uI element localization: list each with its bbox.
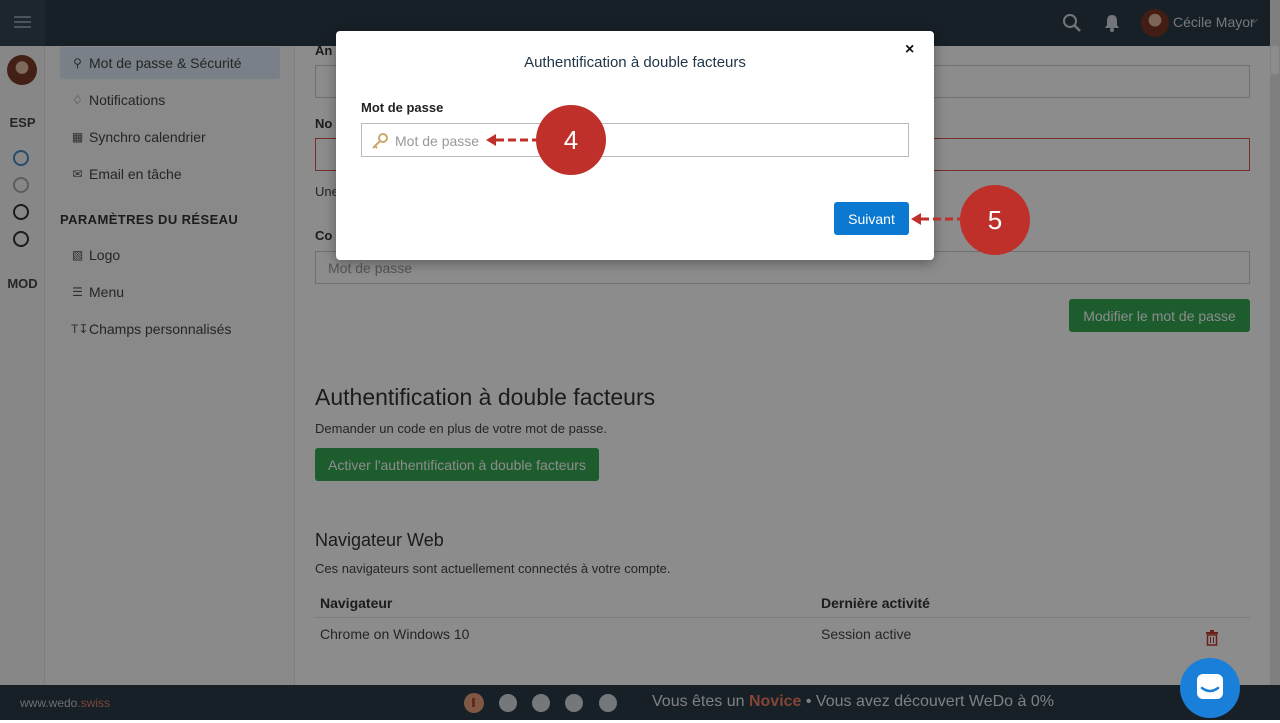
key-icon bbox=[372, 133, 388, 149]
password-placeholder: Mot de passe bbox=[395, 133, 480, 149]
annotation-arrow bbox=[911, 213, 963, 225]
suivant-button[interactable]: Suivant bbox=[834, 202, 909, 235]
annotation-marker-5: 5 bbox=[960, 185, 1030, 255]
twofa-modal: Authentification à double facteurs × Mot… bbox=[336, 31, 934, 260]
password-input[interactable]: Mot de passe bbox=[361, 123, 909, 157]
chat-launcher-button[interactable] bbox=[1180, 658, 1240, 718]
chat-icon bbox=[1197, 674, 1223, 699]
annotation-arrow bbox=[486, 134, 542, 146]
password-label: Mot de passe bbox=[361, 100, 444, 115]
close-icon[interactable]: × bbox=[905, 41, 914, 59]
modal-title: Authentification à double facteurs bbox=[524, 54, 746, 71]
annotation-marker-4: 4 bbox=[536, 105, 606, 175]
